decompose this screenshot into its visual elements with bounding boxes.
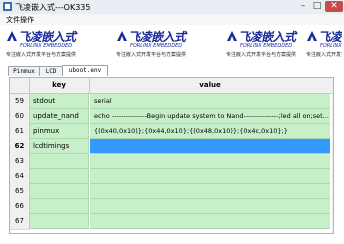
row-number[interactable]: 60 [10, 109, 30, 125]
app-icon [3, 2, 12, 11]
banner-tile: 飞凌嵌入式 FORLINX EMBEDDED 专注嵌入式开发平台与方案提供 [114, 27, 222, 59]
value-cell[interactable] [90, 154, 330, 169]
key-cell[interactable]: update_nand [30, 109, 89, 124]
value-cell[interactable] [90, 184, 330, 199]
table-row-selected: 62 lcdtimings [10, 139, 333, 155]
tab-lcd[interactable]: LCD [39, 66, 63, 76]
key-cell[interactable]: lcdtimings [30, 139, 89, 154]
app-window: 飞凌嵌入式---OK335 – □ ✕ 文件操作 飞凌嵌入式 FORLINX E… [0, 0, 344, 244]
forlinx-logo-icon [227, 31, 237, 41]
key-cell[interactable] [30, 199, 89, 214]
key-cell[interactable] [30, 154, 89, 169]
tab-pinmux[interactable]: Pinmux [8, 66, 40, 76]
forlinx-logo-icon [7, 31, 17, 41]
grid-header: key value [10, 78, 333, 94]
banner-slogan: 专注嵌入式开发平台与方案提供 [226, 52, 297, 58]
menu-file-ops[interactable]: 文件操作 [6, 15, 34, 25]
banner-slogan: 专注嵌入式开发平台与方案提供 [6, 52, 77, 58]
logo-english: FORLINX EMBEDDED [130, 43, 183, 49]
header-corner [10, 78, 30, 93]
title-bar[interactable]: 飞凌嵌入式---OK335 – □ ✕ [0, 0, 344, 15]
row-number[interactable]: 59 [10, 94, 30, 110]
tab-uboot-env[interactable]: uboot.env [62, 65, 108, 76]
value-cell[interactable]: echo ---------------Begin update system … [90, 109, 330, 124]
table-row: 67 [10, 214, 333, 230]
row-number[interactable]: 66 [10, 199, 30, 215]
key-cell[interactable] [30, 214, 89, 229]
table-row: 59 stdout serial [10, 94, 333, 110]
value-cell-selected[interactable] [90, 139, 330, 154]
forlinx-logo-icon [117, 31, 127, 41]
key-cell[interactable]: pinmux [30, 124, 89, 139]
row-number[interactable]: 67 [10, 214, 30, 230]
vertical-scrollbar[interactable] [332, 93, 333, 233]
banner-slogan: 专注嵌入式开发平台与方案提供 [116, 52, 187, 58]
table-row: 63 [10, 154, 333, 170]
table-row: 64 [10, 169, 333, 185]
close-button[interactable]: ✕ [325, 1, 343, 12]
banner-tile: 飞凌嵌入式 FORLINX EMBEDDED 专注嵌入式开发平台与方案提供 [4, 27, 112, 59]
key-cell[interactable] [30, 184, 89, 199]
table-row: 60 update_nand echo ---------------Begin… [10, 109, 333, 125]
header-key[interactable]: key [29, 78, 90, 93]
forlinx-logo-icon [307, 31, 317, 41]
row-number[interactable]: 64 [10, 169, 30, 185]
row-number[interactable]: 61 [10, 124, 30, 140]
logo-english: FORLINX EMBEDDED [320, 43, 342, 49]
banner-tile: 飞凌嵌入式 FORLINX EMBEDDED 专注嵌入式开发平台与方案提供 [304, 27, 342, 59]
env-grid: key value 59 stdout serial 60 update_nan… [9, 77, 334, 234]
value-cell[interactable]: serial [90, 94, 330, 109]
row-number[interactable]: 63 [10, 154, 30, 170]
value-cell[interactable] [90, 214, 330, 229]
menu-bar: 文件操作 [0, 14, 344, 25]
logo-english: FORLINX EMBEDDED [240, 43, 293, 49]
header-value[interactable]: value [90, 78, 330, 93]
value-cell[interactable]: {(0x40,0x10)};{0x44,0x10};{(0x48,0x10)};… [90, 124, 330, 139]
row-number[interactable]: 62 [10, 139, 30, 155]
window-title: 飞凌嵌入式---OK335 [15, 3, 91, 12]
value-cell[interactable] [90, 199, 330, 214]
banner-slogan: 专注嵌入式开发平台与方案提供 [306, 52, 342, 58]
minimize-button[interactable]: – [297, 1, 309, 12]
value-cell[interactable] [90, 169, 330, 184]
key-cell[interactable]: stdout [30, 94, 89, 109]
row-number[interactable]: 65 [10, 184, 30, 200]
logo-english: FORLINX EMBEDDED [20, 43, 73, 49]
key-cell[interactable] [30, 169, 89, 184]
table-row: 61 pinmux {(0x40,0x10)};{0x44,0x10};{(0x… [10, 124, 333, 140]
brand-banner: 飞凌嵌入式 FORLINX EMBEDDED 专注嵌入式开发平台与方案提供 飞凌… [4, 27, 342, 59]
maximize-button[interactable]: □ [311, 1, 323, 12]
table-row: 66 [10, 199, 333, 215]
table-row: 65 [10, 184, 333, 200]
